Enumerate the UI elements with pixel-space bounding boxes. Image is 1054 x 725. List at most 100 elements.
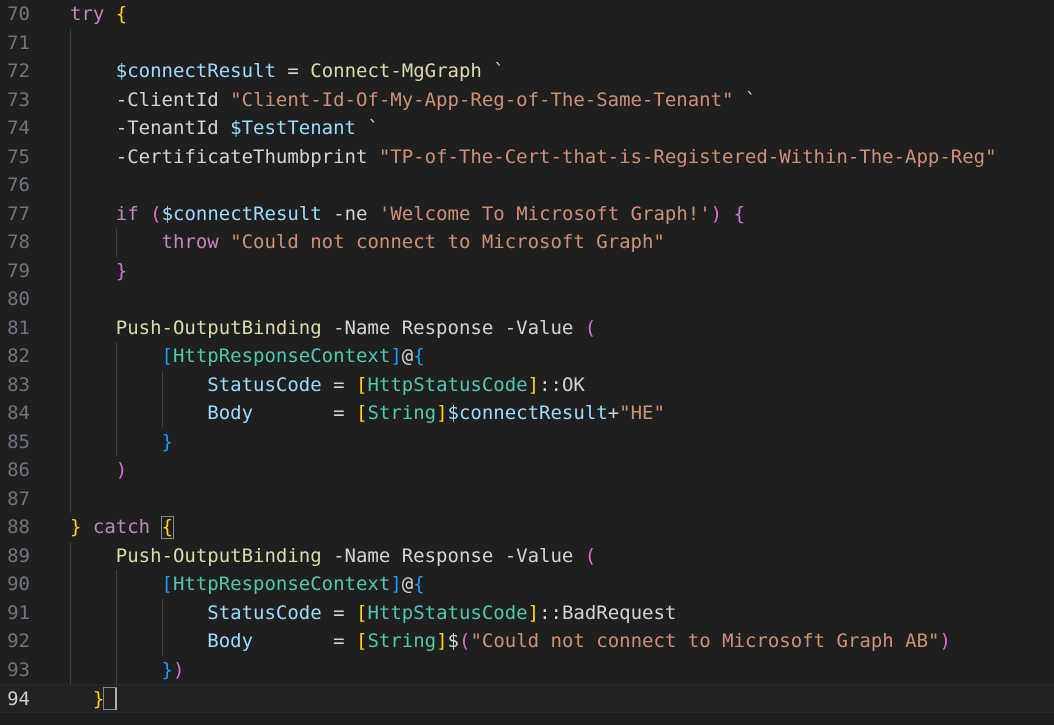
indent-guide bbox=[116, 228, 117, 257]
code-token: -Name Response -Value bbox=[321, 316, 585, 339]
code-token: try bbox=[70, 3, 105, 25]
code-line[interactable]: 86 ) bbox=[0, 456, 1054, 485]
code-text: Body = [String]$("Could not connect to M… bbox=[70, 627, 951, 656]
code-token: catch bbox=[92, 516, 151, 538]
code-token: ] bbox=[390, 345, 402, 367]
code-token: ] bbox=[527, 373, 540, 396]
code-line[interactable]: 76 bbox=[0, 171, 1054, 200]
code-line[interactable]: 94 } bbox=[0, 684, 1054, 713]
text-cursor bbox=[114, 687, 117, 710]
line-number: 83 bbox=[7, 373, 30, 396]
line-number: 70 bbox=[7, 3, 30, 25]
line-number: 90 bbox=[7, 573, 30, 595]
indent-guide bbox=[162, 598, 163, 656]
code-token: $connectResult bbox=[161, 202, 322, 225]
line-number: 73 bbox=[7, 88, 30, 111]
code-line[interactable]: 73 -ClientId "Client-Id-Of-My-App-Reg-of… bbox=[0, 86, 1054, 115]
code-text: Push-OutputBinding -Name Response -Value… bbox=[70, 314, 596, 343]
code-line[interactable]: 72 $connectResult = Connect-MgGraph ` bbox=[0, 57, 1054, 86]
code-line[interactable]: 81 Push-OutputBinding -Name Response -Va… bbox=[0, 314, 1054, 343]
code-token: String bbox=[367, 630, 437, 652]
code-line[interactable]: 80 bbox=[0, 285, 1054, 314]
code-line[interactable]: 71 bbox=[0, 29, 1054, 58]
code-line[interactable]: 70 try { bbox=[0, 0, 1054, 29]
line-number: 78 bbox=[7, 231, 30, 253]
code-line[interactable]: 91 StatusCode = [HttpStatusCode]::BadReq… bbox=[0, 599, 1054, 628]
code-line[interactable]: 87 bbox=[0, 485, 1054, 514]
code-token: [ bbox=[356, 630, 368, 652]
code-token: ) bbox=[115, 459, 128, 481]
indent-guide bbox=[162, 370, 163, 428]
code-token: -CertificateThumbprint bbox=[70, 145, 379, 168]
code-line[interactable]: 82 [HttpResponseContext]@{ bbox=[0, 342, 1054, 371]
line-number: 92 bbox=[7, 630, 30, 652]
code-line[interactable]: 79 } bbox=[0, 257, 1054, 286]
code-line[interactable]: 84 Body = [String]$connectResult+"HE" bbox=[0, 399, 1054, 428]
code-token: "Client-Id-Of-My-App-Reg-of-The-Same-Ten… bbox=[230, 88, 734, 111]
code-token: = bbox=[253, 402, 356, 424]
line-number: 76 bbox=[7, 174, 30, 196]
code-token: } bbox=[115, 259, 128, 282]
line-number: 72 bbox=[7, 60, 30, 82]
code-token: $TestTenant bbox=[230, 117, 356, 139]
code-token: @ bbox=[401, 345, 414, 367]
code-line[interactable]: 77 if ($connectResult -ne 'Welcome To Mi… bbox=[0, 200, 1054, 229]
code-token: ) bbox=[710, 202, 723, 225]
code-line[interactable]: 89 Push-OutputBinding -Name Response -Va… bbox=[0, 542, 1054, 571]
code-token: { bbox=[413, 345, 425, 367]
code-text: -CertificateThumbprint "TP-of-The-Cert-t… bbox=[70, 143, 997, 172]
code-token: Body bbox=[207, 630, 254, 652]
code-token: 'Welcome To Microsoft Graph!' bbox=[378, 202, 711, 225]
code-line[interactable]: 90 [HttpResponseContext]@{ bbox=[0, 570, 1054, 599]
line-number: 75 bbox=[7, 145, 30, 168]
code-token: -Name Response -Value bbox=[321, 544, 585, 567]
code-token: [ bbox=[356, 373, 368, 396]
code-token: } bbox=[161, 658, 173, 681]
code-token: HttpStatusCode bbox=[367, 601, 528, 624]
code-line[interactable]: 74 -TenantId $TestTenant ` bbox=[0, 114, 1054, 143]
line-number: 91 bbox=[7, 601, 30, 624]
code-line[interactable]: 78 throw "Could not connect to Microsoft… bbox=[0, 228, 1054, 257]
code-line[interactable]: 83 StatusCode = [HttpStatusCode]::OK bbox=[0, 371, 1054, 400]
code-line[interactable]: 75 -CertificateThumbprint "TP-of-The-Cer… bbox=[0, 143, 1054, 172]
code-editor[interactable]: 70 try {71 72 $connectResult = Connect-MgG… bbox=[0, 0, 1054, 725]
code-token: { bbox=[413, 573, 425, 595]
code-line[interactable]: 88} catch { bbox=[0, 513, 1054, 542]
line-number: 74 bbox=[7, 117, 30, 139]
code-line[interactable]: 92 Body = [String]$("Could not connect t… bbox=[0, 627, 1054, 656]
code-token: HttpStatusCode bbox=[367, 373, 528, 396]
code-token: Body bbox=[207, 402, 254, 424]
line-number: 80 bbox=[7, 288, 30, 310]
code-token: ` bbox=[481, 60, 505, 82]
code-text: [HttpResponseContext]@{ bbox=[70, 342, 425, 371]
code-text: $connectResult = Connect-MgGraph ` bbox=[70, 57, 505, 86]
code-token: [ bbox=[161, 573, 173, 595]
code-token: ] bbox=[436, 402, 448, 424]
code-text: StatusCode = [HttpStatusCode]::OK bbox=[70, 371, 585, 400]
code-token: @ bbox=[401, 573, 414, 595]
line-number: 88 bbox=[7, 516, 30, 538]
code-token: "Could not connect to Microsoft Graph AB… bbox=[470, 630, 940, 652]
code-token: -TenantId bbox=[70, 117, 231, 139]
code-line[interactable]: 93 }) bbox=[0, 656, 1054, 685]
code-token: ( bbox=[584, 316, 597, 339]
code-text: Push-OutputBinding -Name Response -Value… bbox=[70, 542, 596, 571]
indent-guide bbox=[70, 541, 71, 684]
code-line[interactable]: 85 } bbox=[0, 428, 1054, 457]
code-token: "HE" bbox=[619, 402, 665, 424]
line-number: 87 bbox=[7, 487, 30, 510]
code-token: Connect-MgGraph bbox=[310, 60, 482, 82]
code-token: ::BadRequest bbox=[539, 601, 677, 624]
code-token: ) bbox=[939, 630, 951, 652]
line-number: 71 bbox=[7, 31, 30, 54]
indent-guide bbox=[116, 342, 117, 456]
code-token: ( bbox=[584, 544, 597, 567]
code-token: ::OK bbox=[539, 373, 585, 396]
